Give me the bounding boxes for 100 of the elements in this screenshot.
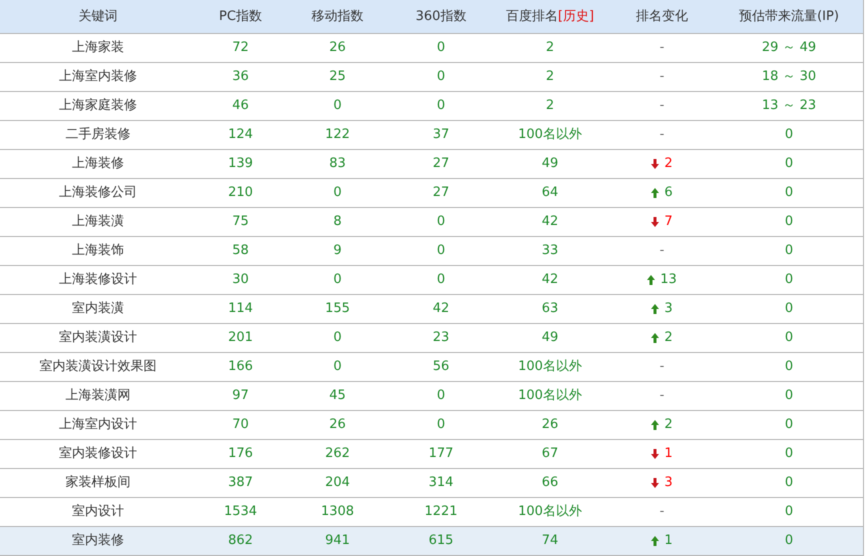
index-360-cell-text: 56	[432, 358, 450, 376]
column-header: PC指数	[219, 8, 262, 26]
mobile-index-cell-text: 26	[329, 416, 346, 434]
rank-cell-text: 49	[542, 155, 558, 174]
rank-cell-text: 100名以外	[518, 387, 582, 406]
rank-cell-text: 100名以外	[518, 126, 582, 144]
traffic-cell-text: 0	[784, 445, 794, 464]
table-row[interactable]: 室内装修 862 941 615 74 1 0	[0, 527, 863, 556]
pc-index-cell-text: 139	[228, 155, 253, 174]
mobile-index-cell-text: 83	[329, 155, 346, 174]
column-header: 360指数	[416, 8, 466, 26]
pc-index-cell-text: 75	[232, 213, 249, 232]
index-360-cell-text: 0	[436, 387, 446, 406]
pc-index-cell-text: 387	[228, 474, 253, 492]
index-360-cell-text: 314	[428, 474, 454, 492]
rank-change-cell-text: 2	[664, 329, 673, 348]
index-360-cell-text: 615	[428, 532, 454, 550]
rank-change-cell-text: 2	[664, 416, 673, 434]
pc-index-cell-text: 58	[232, 242, 249, 260]
mobile-index-cell-text: 1308	[320, 503, 354, 522]
keyword-cell-text: 上海室内装修	[59, 68, 137, 86]
rank-cell-text: 2	[546, 97, 554, 116]
index-360-cell-text: 0	[436, 213, 446, 232]
rank-change-cell-text: 2	[664, 155, 673, 174]
traffic-cell-text: 0	[784, 184, 794, 202]
index-360-cell-text: 0	[436, 271, 446, 290]
rank-change-cell-text: 3	[664, 474, 673, 492]
pc-index-cell-text: 30	[232, 271, 249, 290]
keyword-cell-text: 上海装潢	[72, 213, 124, 232]
mobile-index-cell-text: 8	[333, 213, 342, 232]
mobile-index-cell-text: 45	[329, 387, 346, 406]
keyword-cell-text: 上海装潢网	[66, 387, 130, 406]
traffic-cell-text: 0	[784, 358, 794, 376]
rank-change-cell-text: -	[660, 387, 664, 406]
index-360-cell-text: 0	[436, 242, 446, 260]
mobile-index-cell-text: 0	[333, 184, 342, 202]
history-link[interactable]: [历史]	[558, 6, 594, 26]
rank-change-cell-text: 7	[664, 213, 673, 232]
mobile-index-cell-text: 0	[333, 329, 342, 348]
pc-index-cell-text: 176	[228, 445, 253, 464]
mobile-index-cell-text: 155	[325, 300, 350, 318]
pc-index-cell-text: 46	[232, 97, 249, 116]
traffic-cell-text: 0	[784, 271, 794, 290]
rank-cell-text: 100名以外	[518, 503, 582, 522]
index-360-cell-text: 0	[436, 39, 446, 58]
index-360-cell-text: 0	[436, 97, 446, 116]
rank-cell-text: 63	[542, 300, 558, 318]
rank-change-cell-text: -	[660, 242, 664, 260]
keyword-cell-text: 上海装饰	[72, 242, 124, 260]
index-360-cell-text: 37	[432, 126, 450, 144]
column-header: 排名变化	[636, 8, 688, 26]
rank-cell-text: 42	[542, 271, 558, 290]
rank-cell-text: 26	[542, 416, 558, 434]
traffic-cell-text: 0	[784, 126, 794, 144]
traffic-cell-text: 0	[784, 532, 794, 550]
pc-index-cell-text: 862	[228, 532, 253, 550]
keyword-cell-text: 室内装修设计	[59, 445, 137, 464]
keyword-cell-text: 上海家装	[72, 39, 124, 58]
rank-change-cell-text: 13	[660, 271, 677, 290]
pc-index-cell-text: 201	[228, 329, 253, 348]
keyword-cell-text: 室内装潢设计效果图	[40, 358, 156, 376]
traffic-cell-text: 0	[784, 213, 794, 232]
index-360-cell-text: 0	[436, 416, 446, 434]
traffic-cell-text: 29 ～ 49	[762, 39, 816, 58]
index-360-cell-text: 177	[428, 445, 454, 464]
pc-index-cell-text: 70	[232, 416, 249, 434]
mobile-index-cell-text: 0	[333, 97, 342, 116]
column-header: 关键词	[78, 8, 118, 26]
rank-change-cell-text: 6	[664, 184, 673, 202]
traffic-cell-text: 18 ～ 30	[762, 68, 816, 86]
index-360-cell-text: 27	[432, 155, 450, 174]
mobile-index-cell-text: 25	[329, 68, 346, 86]
rank-change-cell-text: -	[660, 39, 664, 58]
pc-index-cell-text: 114	[228, 300, 253, 318]
keyword-cell-text: 上海家庭装修	[59, 97, 137, 116]
traffic-cell-text: 0	[784, 416, 794, 434]
rank-change-cell-text: -	[660, 68, 664, 86]
keyword-cell-text: 室内装修	[72, 532, 124, 550]
rank-change-cell-text: 3	[664, 300, 673, 318]
rank-change-cell-text: -	[660, 503, 664, 522]
rank-cell-text: 42	[542, 213, 558, 232]
rank-cell-text: 49	[542, 329, 558, 348]
rank-cell-text: 64	[542, 184, 558, 202]
rank-change-cell-text: -	[660, 126, 664, 144]
mobile-index-cell-text: 122	[325, 126, 350, 144]
traffic-cell-text: 0	[784, 503, 794, 522]
column-header: 百度排名	[506, 8, 558, 26]
keyword-cell-text: 室内装潢	[72, 300, 124, 318]
rank-cell-text: 100名以外	[518, 358, 582, 376]
index-360-cell-text: 27	[432, 184, 450, 202]
traffic-cell-text: 0	[784, 155, 794, 174]
keyword-cell-text: 上海室内设计	[59, 416, 137, 434]
mobile-index-cell-text: 941	[325, 532, 350, 550]
mobile-index-cell-text: 262	[325, 445, 350, 464]
traffic-cell-text: 0	[784, 300, 794, 318]
rank-cell-text: 66	[542, 474, 558, 492]
traffic-cell-text: 13 ～ 23	[762, 97, 816, 116]
keyword-cell-text: 室内设计	[72, 503, 124, 522]
rank-cell-text: 74	[542, 532, 558, 550]
rank-change-cell-text: 1	[664, 532, 673, 550]
